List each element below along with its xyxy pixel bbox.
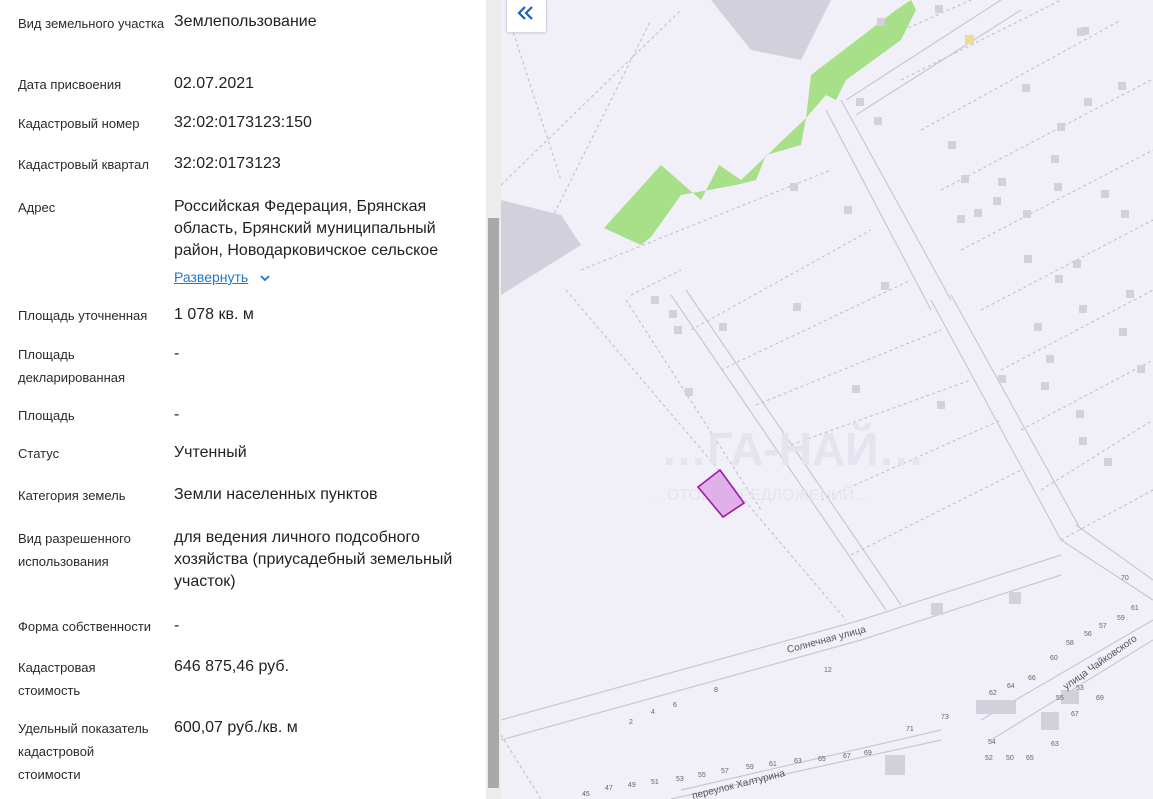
field-value: - bbox=[174, 617, 180, 634]
roads bbox=[501, 0, 1153, 799]
house-number: 61 bbox=[1131, 605, 1139, 612]
field-value: 1 078 кв. м bbox=[174, 306, 254, 323]
field-label: Кадастровая стоимость bbox=[18, 660, 96, 698]
house-number: 59 bbox=[1117, 615, 1125, 622]
house-number: 56 bbox=[1084, 631, 1092, 638]
scrollbar-thumb[interactable] bbox=[488, 218, 499, 788]
parcel-boundaries bbox=[501, 0, 1153, 799]
field-label: Удельный показатель кадастровой стоимост… bbox=[18, 721, 149, 782]
house-number: 61 bbox=[769, 761, 777, 768]
collapse-panel-button[interactable] bbox=[506, 0, 547, 33]
house-number: 53 bbox=[676, 776, 684, 783]
house-number: 57 bbox=[721, 768, 729, 775]
field-value: Землепользование bbox=[174, 13, 317, 30]
house-number: 2 bbox=[629, 719, 633, 726]
field-value: 02.07.2021 bbox=[174, 75, 255, 92]
house-number: 49 bbox=[628, 782, 636, 789]
field-value: 32:02:0173123 bbox=[174, 155, 281, 172]
house-number: 63 bbox=[794, 758, 802, 765]
house-number: 65 bbox=[818, 756, 826, 763]
field-value: - bbox=[174, 345, 180, 362]
house-number: 67 bbox=[1071, 711, 1079, 718]
house-number: 55 bbox=[698, 772, 706, 779]
double-chevron-left-icon bbox=[517, 6, 533, 20]
house-number: 50 bbox=[1006, 755, 1014, 762]
field-value: 32:02:0173123:150 bbox=[174, 114, 312, 131]
house-number: 47 bbox=[605, 785, 613, 792]
house-number: 8 bbox=[714, 687, 718, 694]
field-value: для ведения личного подсобного хозяйства… bbox=[174, 529, 453, 590]
house-numbers: 2 4 6 8 12 45 47 49 51 53 55 57 59 61 63 65 67 69 71 73 54 52… bbox=[582, 575, 1139, 798]
house-number: 58 bbox=[1066, 640, 1074, 647]
house-number: 60 bbox=[1050, 655, 1058, 662]
field-label: Вид разрешенного использования bbox=[18, 531, 131, 569]
field-value: Учтенный bbox=[174, 444, 247, 461]
field-label: Форма собственности bbox=[18, 619, 152, 634]
house-number: 71 bbox=[906, 726, 914, 733]
house-number: 70 bbox=[1121, 575, 1129, 582]
poi-marker bbox=[965, 35, 974, 44]
house-number: 66 bbox=[1028, 675, 1036, 682]
field-label: Дата присвоения bbox=[18, 77, 122, 92]
field-value: 600,07 руб./кв. м bbox=[174, 719, 298, 736]
house-number: 53 bbox=[1076, 685, 1084, 692]
house-number: 62 bbox=[989, 690, 997, 697]
house-number: 69 bbox=[1096, 695, 1104, 702]
buildings-small bbox=[651, 5, 1145, 775]
map-view[interactable]: …ГА-НАЙ… …ОТОВО ПРЕДЛОЖЕНИЙ… Солнечная у… bbox=[501, 0, 1153, 799]
house-number: 45 bbox=[582, 791, 590, 798]
house-number: 55 bbox=[1056, 695, 1064, 702]
field-value: - bbox=[174, 406, 180, 423]
field-label: Площадь bbox=[18, 408, 75, 423]
field-value: Земли населенных пунктов bbox=[174, 486, 378, 503]
field-label: Кадастровый номер bbox=[18, 116, 140, 131]
house-number: 59 bbox=[746, 764, 754, 771]
house-number: 12 bbox=[824, 667, 832, 674]
house-number: 73 bbox=[941, 714, 949, 721]
house-number: 57 bbox=[1099, 623, 1107, 630]
house-number: 64 bbox=[1007, 683, 1015, 690]
field-label: Площадь уточненная bbox=[18, 308, 148, 323]
field-label: Статус bbox=[18, 446, 60, 461]
expand-address-link[interactable]: Развернуть bbox=[174, 269, 248, 285]
chevron-down-icon[interactable] bbox=[259, 272, 271, 284]
map-canvas[interactable]: …ГА-НАЙ… …ОТОВО ПРЕДЛОЖЕНИЙ… Солнечная у… bbox=[501, 0, 1153, 799]
house-number: 4 bbox=[651, 709, 655, 716]
field-label: Кадастровый квартал bbox=[18, 157, 149, 172]
field-label: Адрес bbox=[18, 200, 56, 215]
field-value: Российская Федерация, Брянская область, … bbox=[174, 198, 439, 259]
map-watermark-sub: …ОТОВО ПРЕДЛОЖЕНИЙ… bbox=[651, 485, 870, 504]
field-label: Вид земельного участка bbox=[18, 16, 165, 31]
house-number: 6 bbox=[673, 702, 677, 709]
field-label: Площадь декларированная bbox=[18, 347, 126, 385]
house-number: 54 bbox=[988, 739, 996, 746]
info-panel: Вид земельного участка Землепользование … bbox=[0, 0, 486, 799]
house-number: 67 bbox=[843, 753, 851, 760]
panel-scrollbar[interactable] bbox=[486, 0, 501, 799]
house-number: 69 bbox=[864, 750, 872, 757]
house-number: 52 bbox=[985, 755, 993, 762]
house-number: 51 bbox=[651, 779, 659, 786]
house-number: 65 bbox=[1026, 755, 1034, 762]
house-number: 63 bbox=[1051, 741, 1059, 748]
field-label: Категория земель bbox=[18, 488, 126, 503]
map-watermark: …ГА-НАЙ… bbox=[661, 423, 924, 475]
selected-land-parcel[interactable] bbox=[696, 468, 746, 519]
field-value: 646 875,46 руб. bbox=[174, 658, 290, 675]
